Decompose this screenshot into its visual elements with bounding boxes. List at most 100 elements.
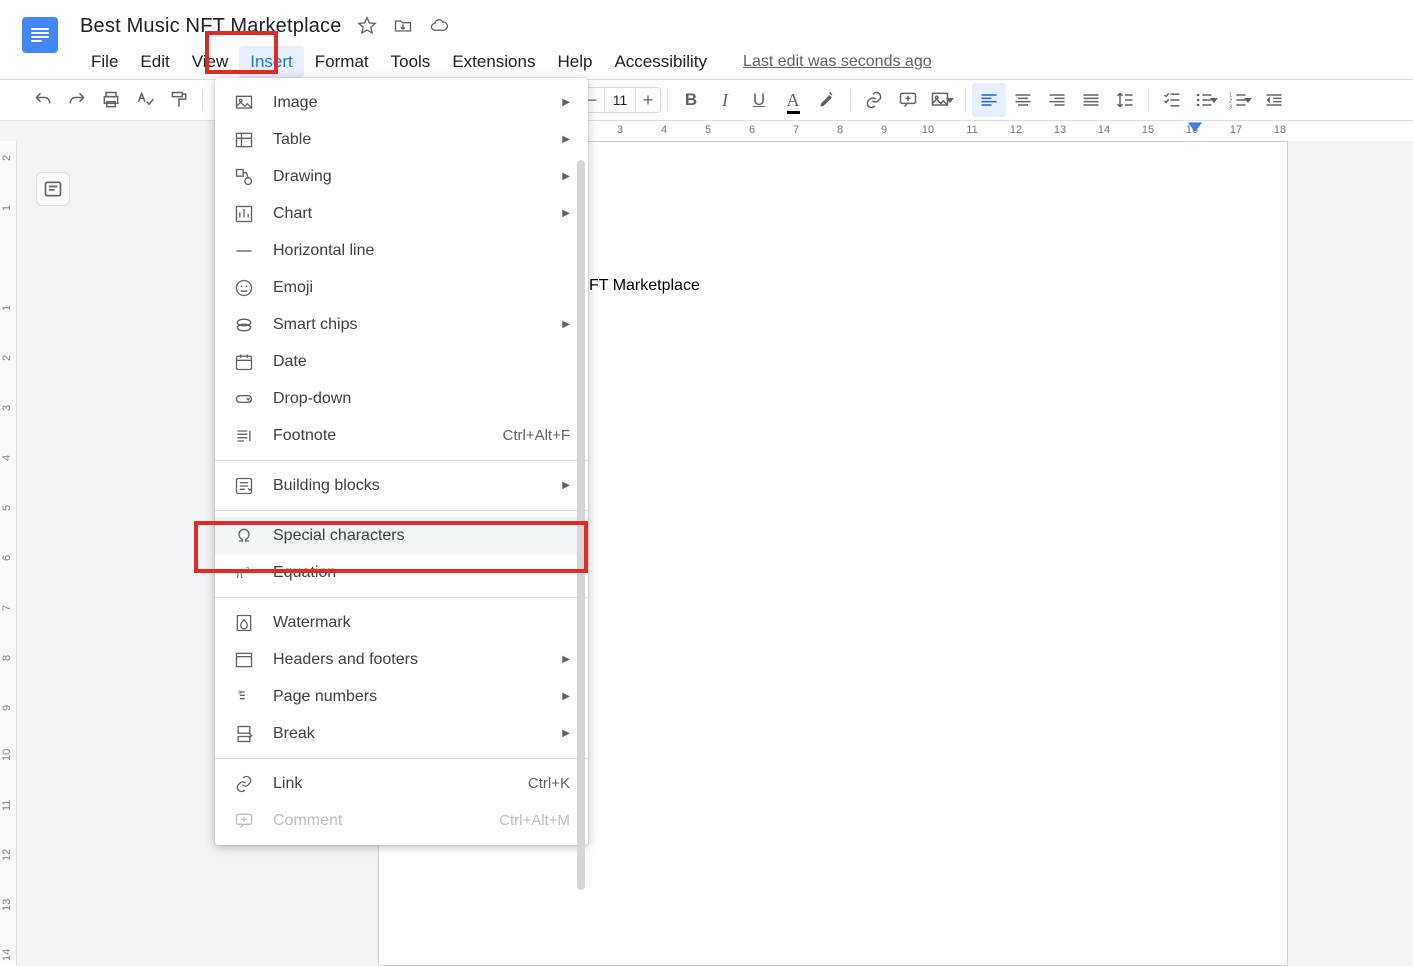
ruler-number: 5: [705, 124, 711, 136]
menu-item-label: Footnote: [273, 427, 484, 445]
insert-menu-headers-and-footers[interactable]: Headers and footers▶: [215, 641, 588, 678]
menu-insert[interactable]: Insert: [239, 46, 304, 78]
menu-edit[interactable]: Edit: [129, 46, 180, 78]
submenu-caret-icon: ▶: [562, 319, 570, 330]
font-size-value[interactable]: 11: [604, 88, 636, 112]
pagenum-icon: #: [233, 686, 255, 708]
insert-menu-special-characters[interactable]: Special characters: [215, 517, 588, 554]
menu-separator: [215, 597, 588, 598]
ruler-number: 16: [1186, 124, 1198, 136]
menu-accessibility[interactable]: Accessibility: [603, 46, 718, 78]
insert-menu-watermark[interactable]: Watermark: [215, 604, 588, 641]
move-to-folder-icon[interactable]: [392, 15, 414, 37]
insert-link-button[interactable]: [857, 83, 891, 117]
submenu-caret-icon: ▶: [562, 480, 570, 491]
vertical-ruler[interactable]: 211234567891011121314: [0, 141, 17, 966]
menu-item-label: Horizontal line: [273, 242, 570, 260]
insert-menu-building-blocks[interactable]: Building blocks▶: [215, 467, 588, 504]
break-icon: [233, 723, 255, 745]
insert-menu-chart[interactable]: Chart▶: [215, 195, 588, 232]
bold-button[interactable]: B: [674, 83, 708, 117]
horizontal-ruler[interactable]: 3456789101112131415161718: [0, 121, 1413, 143]
insert-menu-horizontal-line[interactable]: Horizontal line: [215, 232, 588, 269]
dropdown-scrollbar[interactable]: [577, 160, 585, 825]
numbered-list-button[interactable]: 123: [1223, 83, 1257, 117]
menu-item-label: Chart: [273, 205, 570, 223]
menu-view[interactable]: View: [181, 46, 240, 78]
insert-menu-equation[interactable]: π2Equation: [215, 554, 588, 591]
font-size-control[interactable]: − 11 +: [579, 87, 661, 113]
menu-item-label: Date: [273, 353, 570, 371]
ruler-number: 14: [1098, 124, 1110, 136]
star-icon[interactable]: [356, 15, 378, 37]
paint-format-button[interactable]: [162, 83, 196, 117]
ruler-number: 13: [1, 899, 13, 911]
svg-text:3: 3: [1229, 104, 1232, 110]
link-icon: [233, 773, 255, 795]
add-comment-button[interactable]: [891, 83, 925, 117]
ruler-number: 12: [1010, 124, 1022, 136]
increase-font-button[interactable]: +: [636, 90, 660, 111]
insert-menu-footnote[interactable]: FootnoteCtrl+Alt+F: [215, 417, 588, 454]
menubar: FileEditViewInsertFormatToolsExtensionsH…: [80, 45, 932, 79]
table-icon: [233, 129, 255, 151]
headers-icon: [233, 649, 255, 671]
insert-menu-link[interactable]: LinkCtrl+K: [215, 765, 588, 802]
app-logo[interactable]: [0, 11, 80, 53]
insert-menu-drop-down[interactable]: Drop-down: [215, 380, 588, 417]
menu-format[interactable]: Format: [304, 46, 380, 78]
bulleted-list-button[interactable]: [1189, 83, 1223, 117]
insert-menu-break[interactable]: Break▶: [215, 715, 588, 752]
svg-text:#: #: [238, 689, 242, 696]
ruler-number: 10: [922, 124, 934, 136]
cloud-status-icon[interactable]: [428, 15, 450, 37]
align-center-button[interactable]: [1006, 83, 1040, 117]
insert-menu-date[interactable]: Date: [215, 343, 588, 380]
last-edit-link[interactable]: Last edit was seconds ago: [743, 53, 932, 71]
document-outline-button[interactable]: [36, 172, 70, 206]
menu-item-label: Page numbers: [273, 688, 570, 706]
highlight-color-button[interactable]: [810, 83, 844, 117]
ruler-number: 9: [1, 705, 13, 711]
redo-button[interactable]: [60, 83, 94, 117]
menu-extensions[interactable]: Extensions: [441, 46, 546, 78]
decrease-indent-button[interactable]: [1257, 83, 1291, 117]
ruler-number: 11: [966, 124, 977, 136]
align-right-button[interactable]: [1040, 83, 1074, 117]
menu-item-label: Emoji: [273, 279, 570, 297]
menu-file[interactable]: File: [80, 46, 129, 78]
ruler-number: 14: [1, 949, 13, 961]
submenu-caret-icon: ▶: [562, 728, 570, 739]
ruler-number: 8: [837, 124, 843, 136]
toolbar: − 11 + B I U A 123: [0, 79, 1413, 121]
insert-image-button[interactable]: [925, 83, 959, 117]
insert-menu-page-numbers[interactable]: #Page numbers▶: [215, 678, 588, 715]
checklist-button[interactable]: [1155, 83, 1189, 117]
italic-button[interactable]: I: [708, 83, 742, 117]
menu-item-label: Image: [273, 94, 570, 112]
align-justify-button[interactable]: [1074, 83, 1108, 117]
align-left-button[interactable]: [972, 83, 1006, 117]
ruler-number: 3: [1, 405, 13, 411]
menu-item-label: Comment: [273, 812, 481, 830]
line-spacing-button[interactable]: [1108, 83, 1142, 117]
insert-menu-table[interactable]: Table▶: [215, 121, 588, 158]
insert-menu-smart-chips[interactable]: Smart chips▶: [215, 306, 588, 343]
insert-menu-drawing[interactable]: Drawing▶: [215, 158, 588, 195]
print-button[interactable]: [94, 83, 128, 117]
undo-button[interactable]: [26, 83, 60, 117]
menu-item-shortcut: Ctrl+Alt+M: [499, 812, 570, 829]
submenu-caret-icon: ▶: [562, 654, 570, 665]
menu-help[interactable]: Help: [546, 46, 603, 78]
text-color-button[interactable]: A: [776, 83, 810, 117]
ruler-number: 8: [1, 655, 13, 661]
underline-button[interactable]: U: [742, 83, 776, 117]
insert-menu-image[interactable]: Image▶: [215, 84, 588, 121]
document-title[interactable]: Best Music NFT Marketplace: [80, 15, 342, 38]
date-icon: [233, 351, 255, 373]
ruler-number: 7: [793, 124, 799, 136]
insert-menu-emoji[interactable]: Emoji: [215, 269, 588, 306]
ruler-number: 11: [1, 800, 13, 811]
spellcheck-button[interactable]: [128, 83, 162, 117]
menu-tools[interactable]: Tools: [380, 46, 442, 78]
